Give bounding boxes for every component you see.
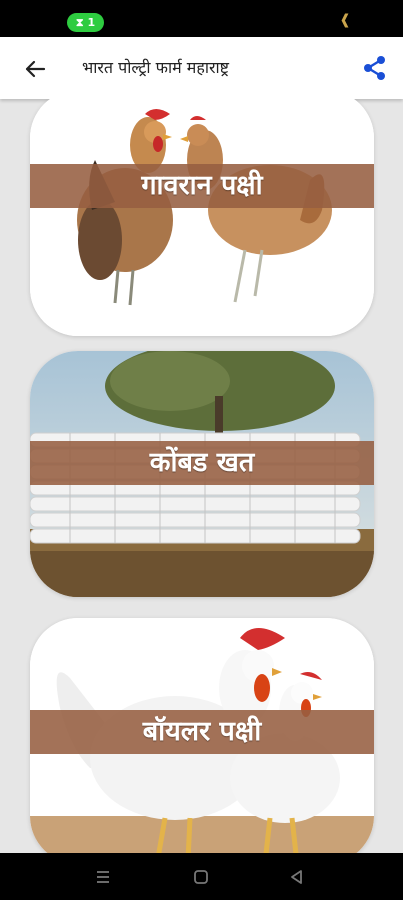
card-label-broiler: बॉयलर पक्षी [30,710,374,754]
country-hens-image [30,99,374,336]
card-label-manure: कोंबड खत [30,441,374,485]
status-badge: ⧗ 1 [67,13,104,32]
page-title: भारत पोल्ट्री फार्म महाराष्ट्र [82,58,230,77]
home-square-icon [194,870,208,884]
menu-icon [97,871,109,883]
system-nav-bar [0,853,403,900]
app-bar: भारत पोल्ट्री फार्म महाराष्ट्र [0,37,403,99]
back-triangle-icon [291,870,302,884]
status-moon-icon: ❰ [339,12,351,28]
arrow-left-icon [25,60,46,78]
card-label-gavran: गावरान पक्षी [30,164,374,208]
status-bar: ⧗ 1 ❰ [0,0,403,37]
recent-apps-button[interactable] [93,867,113,887]
card-gavran-birds[interactable]: गावरान पक्षी [30,99,374,336]
status-badge-count: 1 [87,16,96,29]
hourglass-icon: ⧗ [75,16,84,29]
home-button[interactable] [191,867,211,887]
card-broiler-birds[interactable]: बॉयलर पक्षी [30,618,374,853]
category-list: गावरान पक्षी कोंबड खत बॉयलर पक्षी [0,99,403,853]
back-button[interactable] [20,54,50,84]
card-manure[interactable]: कोंबड खत [30,351,374,597]
share-icon [364,56,385,80]
share-button[interactable] [361,54,389,82]
system-back-button[interactable] [287,867,307,887]
